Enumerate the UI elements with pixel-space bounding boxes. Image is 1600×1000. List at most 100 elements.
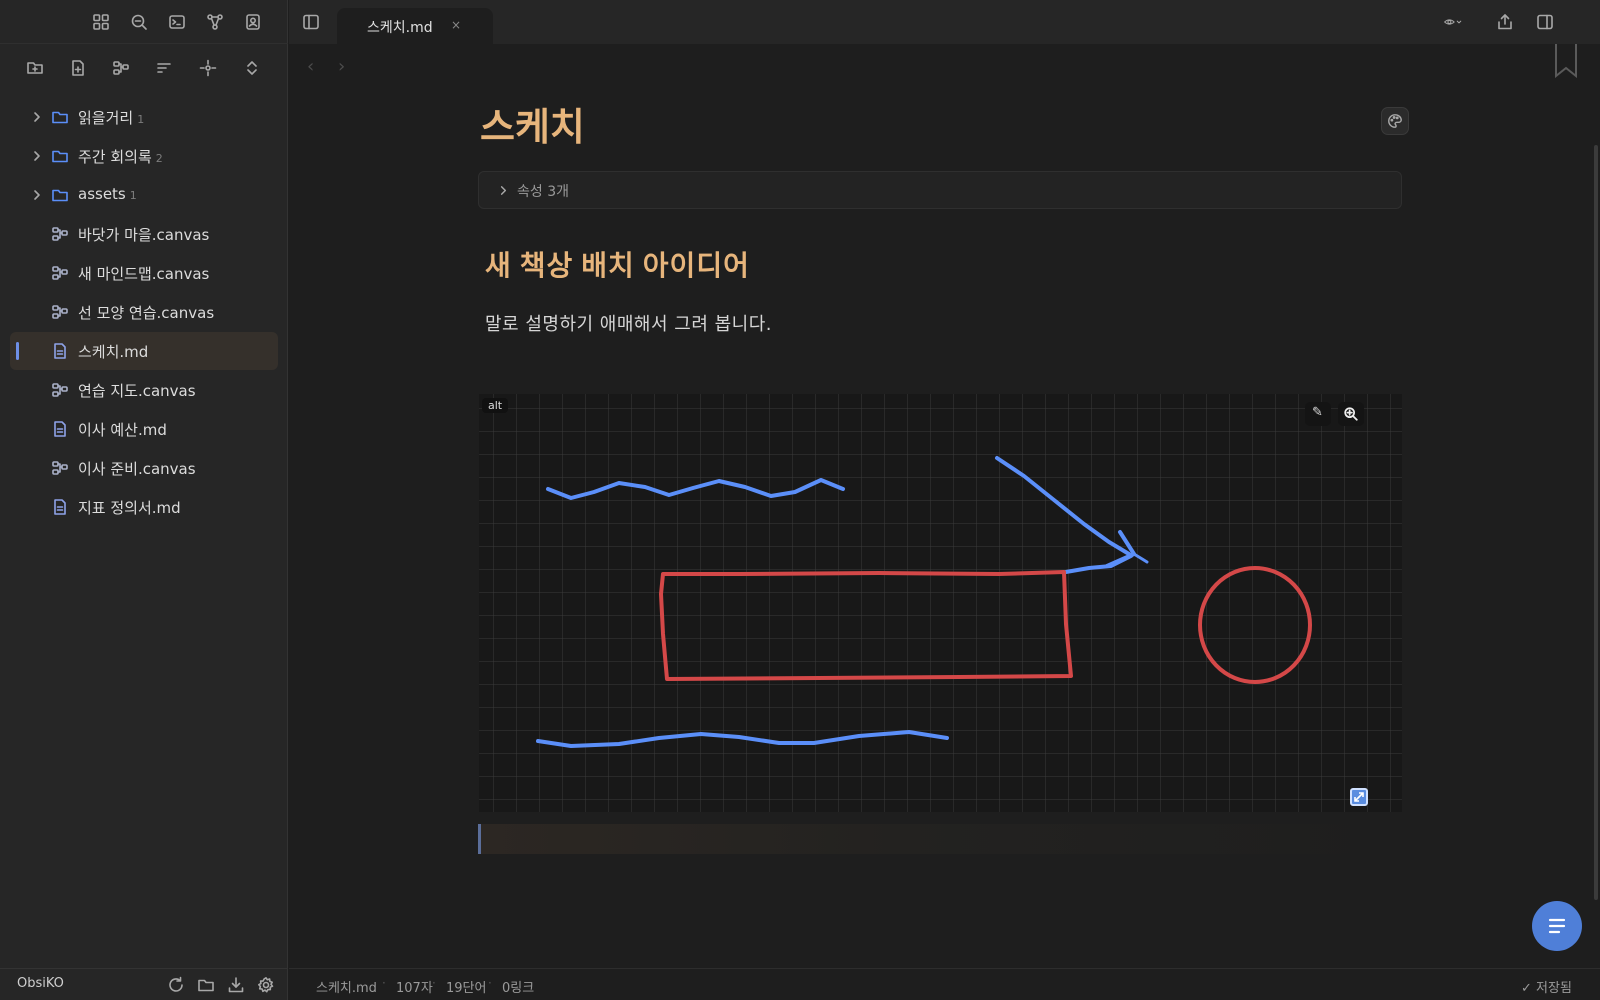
share-icon[interactable] bbox=[1496, 13, 1514, 31]
document-icon bbox=[54, 499, 66, 515]
reveal-active-icon[interactable] bbox=[199, 59, 217, 77]
new-folder-icon[interactable] bbox=[26, 59, 44, 77]
search-icon[interactable] bbox=[130, 13, 148, 31]
tab-title: 스케치.md bbox=[367, 20, 433, 36]
expand-button[interactable] bbox=[1350, 788, 1368, 806]
palette-button[interactable] bbox=[1381, 107, 1409, 135]
left-sidebar: 읽을거리 1 주간 회의록 2 assets 1 바닷가 마을.canvas 새 마인… bbox=[0, 0, 288, 1000]
folder-icon[interactable] bbox=[197, 976, 215, 994]
layout-grid-icon[interactable] bbox=[92, 13, 110, 31]
alt-badge: alt bbox=[482, 398, 509, 413]
folder-item[interactable]: 읽을거리 1 bbox=[10, 98, 278, 136]
folder-icon bbox=[52, 111, 68, 124]
file-item-active[interactable]: 스케치.md bbox=[10, 332, 278, 370]
sketch-embed[interactable]: alt ✎ bbox=[479, 394, 1402, 812]
status-word-count: 19단어 bbox=[446, 981, 487, 996]
file-item[interactable]: 새 마인드맵.canvas bbox=[10, 254, 278, 292]
canvas-file-icon bbox=[52, 461, 68, 475]
canvas-file-icon bbox=[52, 305, 68, 319]
vault-switcher[interactable]: ObsiKO bbox=[17, 976, 64, 991]
new-note-icon[interactable] bbox=[69, 59, 87, 77]
status-filename[interactable]: 스케치.md bbox=[316, 977, 377, 996]
settings-gear-icon[interactable] bbox=[257, 976, 275, 994]
status-separator: · bbox=[432, 976, 436, 990]
tree-item-label: assets 1 bbox=[78, 185, 137, 203]
outline-list-icon bbox=[1548, 918, 1566, 934]
collapse-icon[interactable] bbox=[243, 59, 261, 77]
file-item[interactable]: 바닷가 마을.canvas bbox=[10, 215, 278, 253]
folder-count: 2 bbox=[155, 152, 163, 165]
chevron-right-icon bbox=[500, 186, 507, 195]
document-icon bbox=[54, 343, 66, 359]
canvas-file-icon bbox=[52, 227, 68, 241]
expand-icon bbox=[1354, 792, 1364, 802]
tab-active[interactable]: 스케치.md × bbox=[337, 8, 493, 44]
status-separator: · bbox=[488, 976, 492, 990]
file-explorer-toolbar bbox=[0, 50, 288, 86]
tree-item-label: 선 모양 연습.canvas bbox=[78, 304, 215, 322]
new-canvas-icon[interactable] bbox=[112, 59, 130, 77]
tree-item-label: 이사 예산.md bbox=[78, 421, 167, 439]
sync-icon[interactable] bbox=[167, 976, 185, 994]
note-title[interactable]: 스케치 bbox=[480, 96, 585, 151]
palette-icon bbox=[1388, 114, 1402, 128]
properties-label: 속성 3개 bbox=[517, 184, 569, 200]
file-item[interactable]: 선 모양 연습.canvas bbox=[10, 293, 278, 331]
tree-item-label: 이사 준비.canvas bbox=[78, 460, 196, 478]
graph-icon[interactable] bbox=[206, 13, 224, 31]
canvas-file-icon bbox=[52, 383, 68, 397]
tree-item-label: 읽을거리 1 bbox=[78, 109, 145, 127]
edit-sketch-button[interactable]: ✎ bbox=[1305, 402, 1331, 426]
save-status: ✓ 저장됨 bbox=[1521, 981, 1572, 996]
bookmark-icon[interactable] bbox=[1554, 44, 1578, 78]
editor-cursor-line[interactable] bbox=[478, 824, 1402, 854]
close-icon[interactable]: × bbox=[451, 18, 461, 32]
zoom-in-icon bbox=[1344, 407, 1358, 421]
folder-count: 1 bbox=[137, 113, 145, 126]
tree-item-label: 연습 지도.canvas bbox=[78, 382, 196, 400]
status-char-count: 107자 bbox=[396, 981, 433, 996]
sort-icon[interactable] bbox=[155, 59, 173, 77]
canvas-file-icon bbox=[52, 266, 68, 280]
sketch-drawing bbox=[479, 394, 1402, 812]
outline-fab-button[interactable] bbox=[1532, 901, 1582, 951]
main-pane: 스케치.md × ‹ › 스케치 속성 3개 새 책상 배치 아이디어 말로 설… bbox=[289, 0, 1600, 1000]
tab-bar: 스케치.md × bbox=[289, 0, 1600, 44]
chevron-right-icon bbox=[34, 151, 40, 161]
tree-item-label: 바닷가 마을.canvas bbox=[78, 226, 210, 244]
right-sidebar-toggle-icon[interactable] bbox=[1536, 13, 1554, 31]
sidebar-toggle-icon[interactable] bbox=[302, 13, 320, 31]
status-bar: 스케치.md · 107자 · 19단어 · 0링크 ✓ 저장됨 bbox=[289, 968, 1600, 1000]
sidebar-footer: ObsiKO bbox=[0, 968, 288, 1000]
contacts-icon[interactable] bbox=[244, 13, 262, 31]
chevron-right-icon bbox=[34, 112, 40, 122]
nav-forward-button[interactable]: › bbox=[338, 56, 345, 77]
file-item[interactable]: 지표 정의서.md bbox=[10, 488, 278, 526]
nav-back-button[interactable]: ‹ bbox=[307, 56, 314, 77]
tree-item-label: 지표 정의서.md bbox=[78, 499, 181, 517]
document-icon bbox=[54, 421, 66, 437]
status-separator: · bbox=[382, 976, 386, 990]
file-item[interactable]: 이사 준비.canvas bbox=[10, 449, 278, 487]
file-item[interactable]: 이사 예산.md bbox=[10, 410, 278, 448]
note-heading[interactable]: 새 책상 배치 아이디어 bbox=[485, 244, 750, 284]
scrollbar[interactable] bbox=[1594, 145, 1598, 900]
folder-icon bbox=[52, 189, 68, 202]
folder-item[interactable]: assets 1 bbox=[10, 176, 278, 214]
pencil-icon: ✎ bbox=[1312, 405, 1323, 420]
file-item[interactable]: 연습 지도.canvas bbox=[10, 371, 278, 409]
properties-panel[interactable]: 속성 3개 bbox=[478, 171, 1402, 209]
folder-item[interactable]: 주간 회의록 2 bbox=[10, 137, 278, 175]
status-link-count: 0링크 bbox=[502, 981, 535, 996]
active-indicator bbox=[16, 342, 19, 360]
file-tree: 읽을거리 1 주간 회의록 2 assets 1 바닷가 마을.canvas 새 마인… bbox=[0, 98, 288, 527]
note-paragraph[interactable]: 말로 설명하기 애매해서 그려 봅니다. bbox=[485, 310, 772, 336]
sketch-grid bbox=[479, 394, 1402, 812]
download-icon[interactable] bbox=[227, 976, 245, 994]
folder-count: 1 bbox=[129, 189, 137, 202]
terminal-icon[interactable] bbox=[168, 13, 186, 31]
tree-item-label: 스케치.md bbox=[78, 343, 149, 361]
tree-item-label: 새 마인드맵.canvas bbox=[78, 265, 210, 283]
zoom-in-button[interactable] bbox=[1338, 402, 1364, 426]
reading-view-icon[interactable] bbox=[1444, 13, 1462, 31]
